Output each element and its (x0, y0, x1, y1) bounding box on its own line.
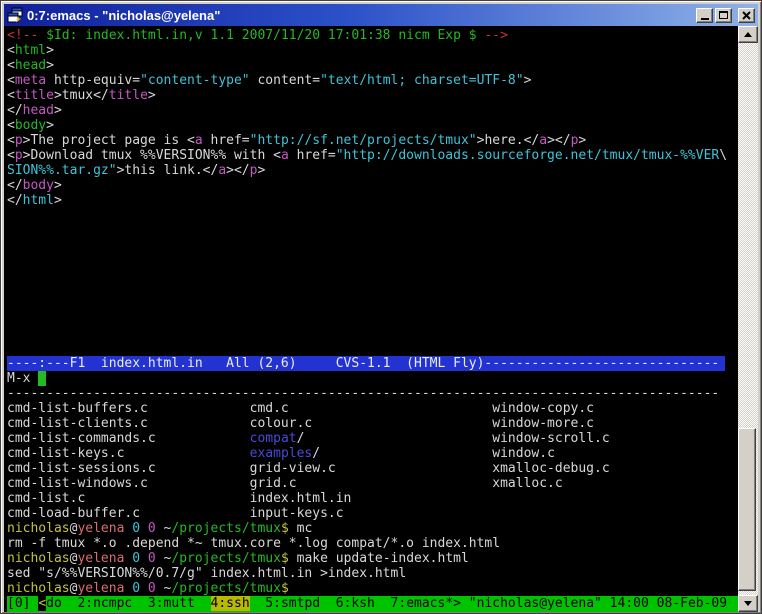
scroll-down-button[interactable] (738, 595, 758, 612)
terminal-line: </html> (7, 193, 738, 208)
terminal-screen[interactable]: <!-- $Id: index.html.in,v 1.1 2007/11/20… (4, 26, 738, 612)
scrollbar-track[interactable] (738, 43, 758, 595)
terminal-line: <head> (7, 58, 738, 73)
terminal-line: <p>Download tmux %%VERSION%% with <a hre… (7, 148, 738, 163)
terminal-line: cmd-list-commands.c compat/ window-scrol… (7, 431, 738, 446)
terminal-line (7, 282, 738, 297)
terminal-line: <!-- $Id: index.html.in,v 1.1 2007/11/20… (7, 28, 738, 43)
terminal-line: <body> (7, 118, 738, 133)
pane-separator: ----------------------------------------… (7, 386, 738, 401)
terminal-line: <html> (7, 43, 738, 58)
terminal-line (7, 208, 738, 223)
terminal-line (7, 297, 738, 312)
terminal-line: </body> (7, 178, 738, 193)
terminal-line: cmd-list-windows.c grid.c xmalloc.c (7, 476, 738, 491)
terminal-line (7, 238, 738, 253)
terminal-line: rm -f tmux *.o .depend *~ tmux.core *.lo… (7, 536, 738, 551)
terminal-line (7, 326, 738, 341)
minimize-button[interactable] (696, 8, 713, 23)
title-bar[interactable]: 0:7:emacs - "nicholas@yelena" (4, 4, 758, 26)
maximize-icon (719, 11, 728, 19)
terminal-line: <title>tmux</title> (7, 88, 738, 103)
close-button[interactable] (738, 8, 755, 23)
terminal-line: cmd-list-buffers.c cmd.c window-copy.c (7, 401, 738, 416)
terminal-line: cmd-list-clients.c colour.c window-more.… (7, 416, 738, 431)
terminal-line: nicholas@yelena 0 0 ~/projects/tmux$ mc (7, 521, 738, 536)
terminal-line: nicholas@yelena 0 0 ~/projects/tmux$ (7, 581, 738, 596)
terminal-line: SION%%.tar.gz">this link.</a></p> (7, 163, 738, 178)
terminal-line: cmd-list-keys.c examples/ window.c (7, 446, 738, 461)
terminal-line: cmd-list.c index.html.in (7, 491, 738, 506)
terminal-line (7, 252, 738, 267)
putty-window: 0:7:emacs - "nicholas@yelena" <!-- $Id: … (0, 0, 762, 614)
terminal-line (7, 341, 738, 356)
terminal-line (7, 223, 738, 238)
scrollbar[interactable] (738, 26, 758, 612)
terminal-line (7, 267, 738, 282)
terminal-line: <p>The project page is <a href="http://s… (7, 133, 738, 148)
arrow-down-icon (744, 601, 752, 606)
close-icon (742, 11, 751, 20)
scrollbar-thumb[interactable] (738, 428, 756, 591)
window-title: 0:7:emacs - "nicholas@yelena" (27, 8, 692, 23)
minimize-icon (701, 18, 709, 20)
terminal-line: nicholas@yelena 0 0 ~/projects/tmux$ mak… (7, 551, 738, 566)
emacs-minibuffer: M-x (7, 371, 738, 386)
terminal-line: <meta http-equiv="content-type" content=… (7, 73, 738, 88)
terminal-line: </head> (7, 103, 738, 118)
putty-icon (7, 7, 23, 23)
tmux-status-bar: [0] <do 2:ncmpc 3:mutt 4:ssh 5:smtpd 6:k… (7, 596, 738, 612)
terminal-line: cmd-load-buffer.c input-keys.c (7, 506, 738, 521)
arrow-up-icon (744, 32, 752, 37)
terminal-line: cmd-list-sessions.c grid-view.c xmalloc-… (7, 461, 738, 476)
terminal-line: sed "s/%%VERSION%%/0.7/g" index.html.in … (7, 566, 738, 581)
maximize-button[interactable] (715, 8, 732, 23)
scroll-up-button[interactable] (738, 26, 758, 43)
emacs-mode-line: ----:---F1 index.html.in All (2,6) CVS-1… (7, 356, 725, 371)
terminal-line (7, 312, 738, 327)
